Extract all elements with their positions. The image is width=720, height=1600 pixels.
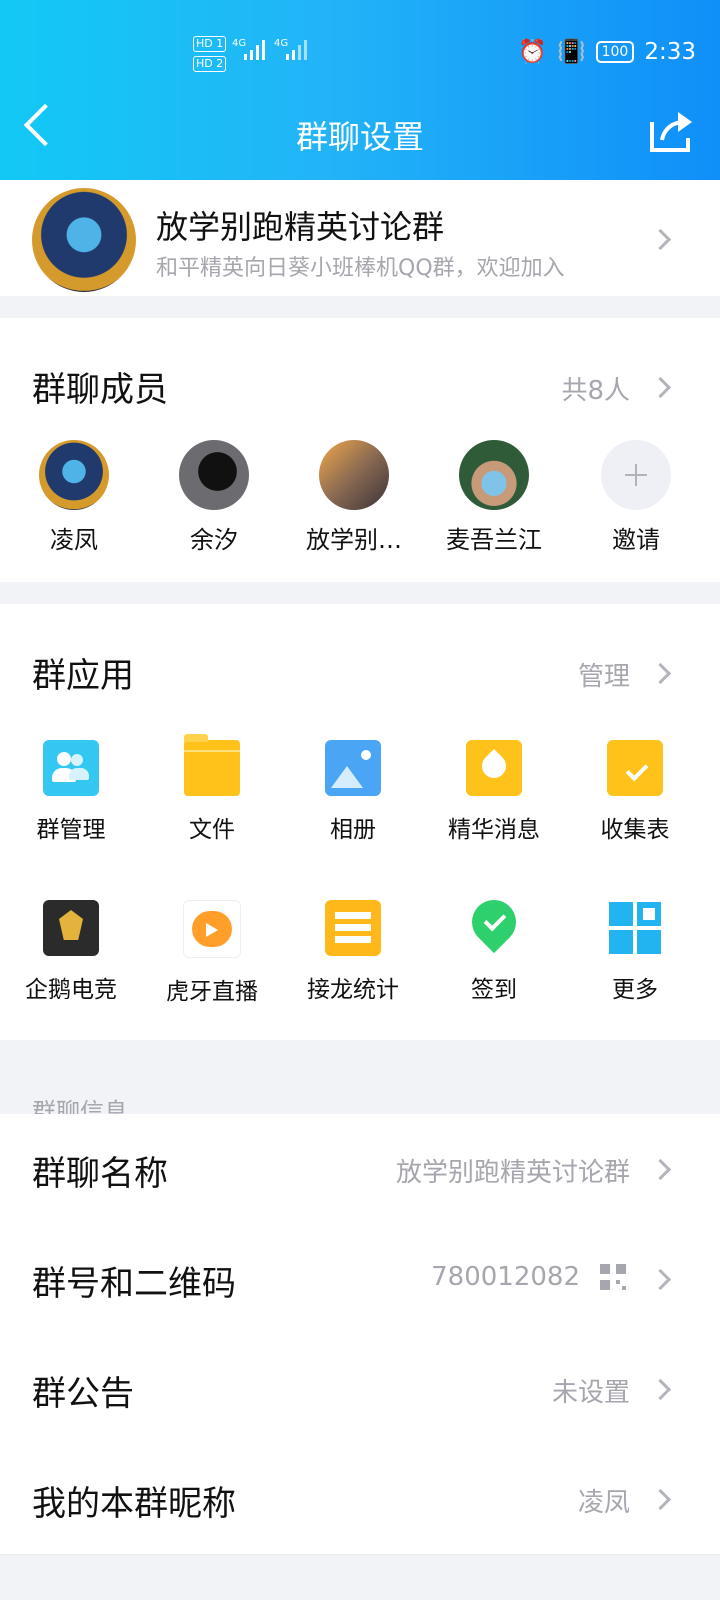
- app-label: 精华消息: [448, 817, 540, 843]
- row-value: 未设置: [551, 1378, 630, 1408]
- member-name: 余汐: [190, 526, 238, 554]
- esports-icon: [43, 900, 99, 956]
- app-label: 签到: [471, 977, 517, 1003]
- member-name: 放学别…: [306, 526, 402, 554]
- row-key: 群公告: [32, 1374, 134, 1414]
- member-item[interactable]: 放学别…: [304, 440, 404, 555]
- checkin-icon: [462, 890, 526, 956]
- avatar: [179, 440, 249, 510]
- app-more[interactable]: 更多: [580, 900, 690, 1004]
- row-my-nickname[interactable]: 我的本群昵称 凌凤: [0, 1444, 720, 1555]
- sim-indicators: HD 1 HD 2: [193, 34, 233, 74]
- page-title: 群聊设置: [295, 118, 424, 156]
- members-section: 群聊成员 共8人 凌凤 余汐 放学别… 麦吾兰江 邀请: [0, 318, 720, 582]
- app-collection-form[interactable]: 收集表: [580, 740, 690, 844]
- apps-manage-link[interactable]: 管理: [578, 656, 630, 693]
- form-icon: [607, 740, 663, 796]
- alarm-icon: ⏰: [518, 39, 547, 65]
- row-key: 群号和二维码: [32, 1264, 236, 1304]
- app-huya[interactable]: 虎牙直播: [157, 900, 267, 1006]
- apps-title: 群应用: [32, 656, 134, 696]
- chevron-right-icon: [649, 228, 672, 251]
- chevron-right-icon: [649, 1488, 672, 1511]
- essence-icon: [466, 740, 522, 796]
- app-solitaire[interactable]: 接龙统计: [298, 900, 408, 1004]
- folder-icon: [184, 734, 240, 796]
- row-value: 凌凤: [577, 1488, 630, 1518]
- row-value: 放学别跑精英讨论群: [395, 1158, 630, 1188]
- avatar: [319, 440, 389, 510]
- group-header[interactable]: 放学别跑精英讨论群 和平精英向日葵小班棒机QQ群，欢迎加入: [0, 180, 720, 296]
- status-time: 2:33: [644, 38, 696, 65]
- app-label: 收集表: [600, 817, 670, 843]
- nav-bar: 群聊设置: [0, 103, 720, 160]
- apps-section: 群应用 管理 群管理 文件 相册 精华消息 收集表 企鹅电竞 虎牙直播 接龙统计…: [0, 604, 720, 1040]
- invite-label: 邀请: [612, 526, 660, 554]
- app-label: 文件: [189, 817, 235, 843]
- member-name: 麦吾兰江: [446, 526, 542, 554]
- top-bar: HD 1 HD 2 4G 4G ⏰ 📳 100 2:33 群聊设置: [0, 0, 720, 182]
- app-label: 虎牙直播: [166, 979, 258, 1005]
- sim1-badge: HD 1: [193, 36, 227, 52]
- members-title: 群聊成员: [32, 370, 168, 410]
- group-avatar: [32, 188, 136, 292]
- app-checkin[interactable]: 签到: [439, 890, 549, 1004]
- app-group-manage[interactable]: 群管理: [16, 740, 126, 844]
- members-count[interactable]: 共8人: [561, 370, 630, 407]
- app-esports[interactable]: 企鹅电竞: [16, 900, 126, 1004]
- app-album[interactable]: 相册: [298, 740, 408, 844]
- signal-icon: [244, 38, 268, 60]
- group-manage-icon: [43, 740, 99, 796]
- vibrate-icon: 📳: [556, 39, 586, 65]
- album-icon: [325, 740, 381, 796]
- app-label: 群管理: [36, 817, 106, 843]
- member-item[interactable]: 余汐: [164, 440, 264, 555]
- row-group-name[interactable]: 群聊名称 放学别跑精英讨论群: [0, 1114, 720, 1225]
- app-label: 更多: [612, 977, 658, 1003]
- row-group-number-qr[interactable]: 群号和二维码 780012082: [0, 1224, 720, 1335]
- group-description: 和平精英向日葵小班棒机QQ群，欢迎加入: [156, 256, 565, 281]
- qr-code-icon: [600, 1264, 626, 1290]
- app-label: 相册: [330, 817, 376, 843]
- member-item[interactable]: 麦吾兰江: [444, 440, 544, 555]
- more-grid-icon: [607, 900, 663, 956]
- battery-icon: 100: [595, 40, 635, 63]
- app-essence[interactable]: 精华消息: [439, 740, 549, 844]
- member-item[interactable]: 凌凤: [24, 440, 124, 555]
- status-bar: HD 1 HD 2 4G 4G ⏰ 📳 100 2:33: [0, 28, 720, 80]
- signal-icon-2: [286, 38, 310, 60]
- invite-button[interactable]: 邀请: [586, 440, 686, 555]
- app-label: 接龙统计: [307, 977, 399, 1003]
- row-key: 群聊名称: [32, 1154, 168, 1194]
- row-key: 我的本群昵称: [32, 1484, 236, 1524]
- avatar: [459, 440, 529, 510]
- chevron-right-icon: [649, 662, 672, 685]
- chevron-right-icon: [649, 1268, 672, 1291]
- app-label: 企鹅电竞: [25, 977, 117, 1003]
- plus-icon: [601, 440, 671, 510]
- app-files[interactable]: 文件: [157, 734, 267, 844]
- chevron-right-icon: [649, 1158, 672, 1181]
- sim2-badge: HD 2: [193, 56, 227, 72]
- avatar: [39, 440, 109, 510]
- solitaire-icon: [325, 900, 381, 956]
- huya-icon: [183, 900, 241, 958]
- chevron-right-icon: [649, 376, 672, 399]
- share-icon[interactable]: [648, 108, 694, 154]
- member-name: 凌凤: [50, 526, 98, 554]
- row-announcement[interactable]: 群公告 未设置: [0, 1334, 720, 1445]
- row-value: 780012082: [431, 1262, 580, 1292]
- chevron-right-icon: [649, 1378, 672, 1401]
- group-name: 放学别跑精英讨论群: [156, 208, 445, 246]
